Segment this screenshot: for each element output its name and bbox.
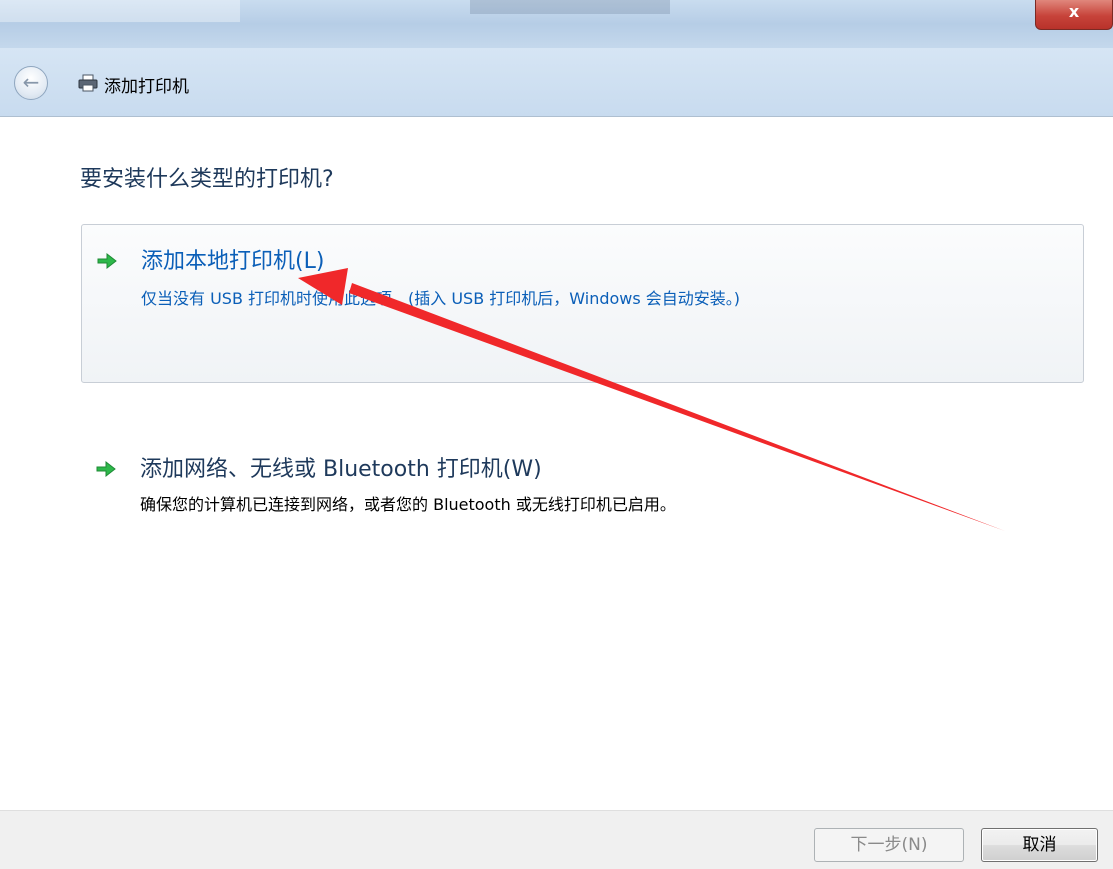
- back-button[interactable]: ←: [14, 66, 48, 100]
- close-button[interactable]: x: [1035, 0, 1113, 30]
- window-title: 添加打印机: [104, 77, 189, 97]
- navigation-bar: ← 添加打印机: [0, 48, 1113, 116]
- title-bar-glass-shadow: [470, 0, 670, 14]
- option-description: 仅当没有 USB 打印机时使用此选项。(插入 USB 打印机后，Windows …: [141, 289, 741, 308]
- window-title-bar: x: [0, 0, 1113, 48]
- cancel-button[interactable]: 取消: [981, 828, 1098, 862]
- wizard-footer: 下一步(N) 取消: [0, 810, 1113, 869]
- green-arrow-icon: [96, 460, 116, 478]
- add-network-printer-option[interactable]: 添加网络、无线或 Bluetooth 打印机(W) 确保您的计算机已连接到网络，…: [81, 447, 1084, 527]
- title-bar-glass-highlight: [0, 0, 240, 22]
- printer-icon: [78, 74, 98, 92]
- page-heading: 要安装什么类型的打印机?: [80, 167, 334, 192]
- green-arrow-icon: [97, 252, 117, 270]
- back-arrow-icon: ←: [22, 70, 40, 94]
- wizard-content: 要安装什么类型的打印机? 添加本地打印机(L) 仅当没有 USB 打印机时使用此…: [0, 116, 1113, 811]
- next-button[interactable]: 下一步(N): [814, 828, 964, 862]
- add-local-printer-option[interactable]: 添加本地打印机(L) 仅当没有 USB 打印机时使用此选项。(插入 USB 打印…: [81, 224, 1084, 383]
- option-description: 确保您的计算机已连接到网络，或者您的 Bluetooth 或无线打印机已启用。: [140, 495, 676, 514]
- option-title: 添加本地打印机(L): [141, 249, 325, 274]
- option-title: 添加网络、无线或 Bluetooth 打印机(W): [140, 457, 542, 482]
